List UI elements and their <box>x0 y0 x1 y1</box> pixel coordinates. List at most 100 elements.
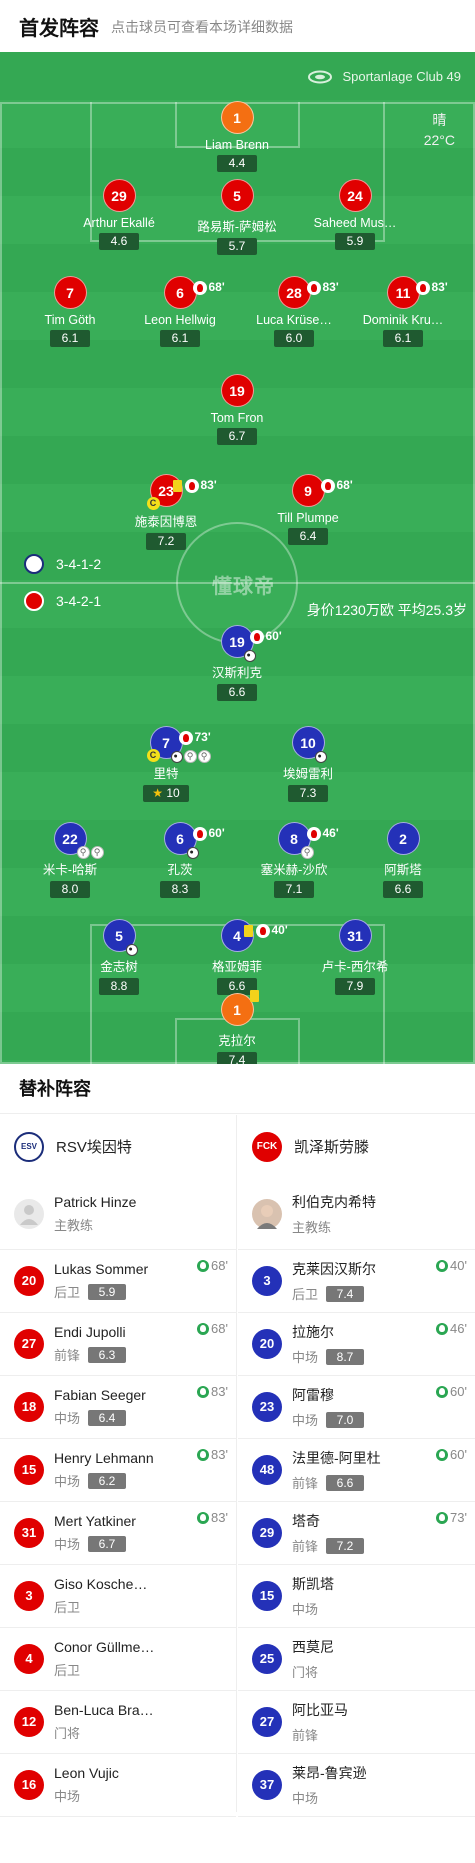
home-player-29[interactable]: 29 Arthur Ekallé 4.6 <box>59 179 179 250</box>
goal-ball-icon <box>170 751 183 763</box>
sub-player-row[interactable]: 27 Endi Jupolli 前锋 6.3 68' <box>0 1313 236 1376</box>
home-player-28[interactable]: 28 83' Luca Krüse… 6.0 <box>234 276 354 347</box>
sub-in-time: 60' <box>436 1447 467 1462</box>
sub-player-row[interactable]: 25 西莫尼 门将 <box>238 1628 475 1691</box>
shirt-number: 22 ⚲ ⚲ <box>53 822 104 859</box>
player-name: Dominik Kru… <box>362 313 444 327</box>
sub-minute: 46' <box>322 826 339 840</box>
shirt-number-text: 10 <box>300 735 316 751</box>
sub-player-name: Henry Lehmann <box>54 1450 154 1466</box>
sub-player-row[interactable]: 15 Henry Lehmann 中场 6.2 83' <box>0 1439 236 1502</box>
sub-in-time: 83' <box>197 1384 228 1399</box>
sub-player-row[interactable]: 29 塔奇 前锋 7.2 73' <box>238 1502 475 1565</box>
sub-player-row[interactable]: 16 Leon Vujic 中场 <box>0 1754 236 1817</box>
away-player-19[interactable]: 19 60' 汉斯利克 6.6 <box>177 625 297 701</box>
lineup-header: 首发阵容 点击球员可查看本场详细数据 <box>0 0 475 52</box>
venue-name: Sportanlage Club 49 <box>342 69 461 84</box>
sub-shirt-number: 15 <box>252 1581 282 1611</box>
sub-player-row[interactable]: 48 法里德-阿里杜 前锋 6.6 60' <box>238 1439 475 1502</box>
away-player-4[interactable]: 4 40' 格亚姆菲 6.6 <box>177 919 297 995</box>
shirt-number-text: 19 <box>229 634 245 650</box>
sub-shirt-number: 20 <box>14 1266 44 1296</box>
shirt-number: 28 83' <box>277 276 339 309</box>
shirt-number: 7 73' C ⚲ ⚲ <box>146 726 211 763</box>
player-name: 埃姆雷利 <box>282 767 333 781</box>
sub-off-icon <box>192 280 207 295</box>
away-player-6[interactable]: 6 60' 孔茨 8.3 <box>120 822 240 898</box>
sub-off-badge: 68' <box>192 271 225 304</box>
sub-minute: 60' <box>265 629 282 643</box>
sub-player-row[interactable]: 12 Ben-Luca Bra… 门将 <box>0 1691 236 1754</box>
sub-player-row[interactable]: 37 莱昂-鲁宾逊 中场 <box>238 1754 475 1817</box>
sub-player-row[interactable]: 18 Fabian Seeger 中场 6.4 83' <box>0 1376 236 1439</box>
assist-boot-icon: ⚲ <box>183 750 197 763</box>
player-name: Tim Göth <box>44 313 96 327</box>
sub-player-row[interactable]: 3 Giso Kosche… 后卫 <box>0 1565 236 1628</box>
sub-in-minute: 68' <box>211 1258 228 1273</box>
sub-player-name: Mert Yatkiner <box>54 1513 136 1529</box>
away-bench-team[interactable]: FCK 凯泽斯劳滕 <box>238 1115 475 1178</box>
home-player-19[interactable]: 19 Tom Fron 6.7 <box>177 374 297 445</box>
away-player-7[interactable]: 7 73' C ⚲ ⚲ 里特 ★ 10 <box>106 726 226 802</box>
home-player-1[interactable]: 1 Liam Brenn 4.4 <box>177 101 297 172</box>
player-name: 里特 <box>153 767 179 781</box>
sub-player-row[interactable]: 3 克莱因汉斯尔 后卫 7.4 40' <box>238 1250 475 1313</box>
away-player-2[interactable]: 2 阿斯塔 6.6 <box>343 822 463 898</box>
coach-role: 主教练 <box>292 1219 332 1235</box>
home-player-5[interactable]: 5 路易斯-萨姆松 5.7 <box>177 179 297 255</box>
away-coach[interactable]: 利伯克内希特 主教练 <box>238 1178 475 1250</box>
sub-in-icon <box>436 1322 449 1335</box>
sub-rating: 7.2 <box>326 1537 365 1554</box>
away-player-1[interactable]: 1 克拉尔 7.4 <box>177 990 297 1064</box>
shirt-number-text: 8 <box>290 831 298 847</box>
sub-player-row[interactable]: 31 Mert Yatkiner 中场 6.7 83' <box>0 1502 236 1565</box>
away-player-5[interactable]: 5 金志树 8.8 <box>59 919 179 995</box>
sub-position: 门将 <box>54 1726 81 1741</box>
sub-player-row[interactable]: 20 Lukas Sommer 后卫 5.9 68' <box>0 1250 236 1313</box>
sub-in-icon <box>197 1448 210 1461</box>
coach-name: 利伯克内希特 <box>292 1193 376 1210</box>
away-formation: 3-4-2-1 <box>24 591 101 611</box>
sub-player-row[interactable]: 20 拉施尔 中场 8.7 46' <box>238 1313 475 1376</box>
sub-player-row[interactable]: 15 斯凯塔 中场 <box>238 1565 475 1628</box>
sub-in-time: 83' <box>197 1510 228 1525</box>
home-player-7[interactable]: 7 Tim Göth 6.1 <box>10 276 130 347</box>
shirt-number-text: 7 <box>162 735 170 751</box>
sub-player-row[interactable]: 4 Conor Güllme… 后卫 <box>0 1628 236 1691</box>
shirt-number: 5 <box>220 179 254 212</box>
shirt-number-text: 5 <box>115 928 123 944</box>
home-player-9[interactable]: 9 68' Till Plumpe 6.4 <box>248 474 368 545</box>
home-player-6[interactable]: 6 68' Leon Hellwig 6.1 <box>120 276 240 347</box>
shirt-number: 29 <box>102 179 136 212</box>
weather-condition: 晴 <box>432 112 447 128</box>
home-bench-team[interactable]: ESV RSV埃因特 <box>0 1115 236 1178</box>
sub-off-icon <box>178 730 193 745</box>
sub-rating: 5.9 <box>88 1283 127 1300</box>
sub-player-name: Ben-Luca Bra… <box>54 1702 154 1718</box>
sub-off-badge: 60' <box>249 620 282 653</box>
bench-title: 替补阵容 <box>0 1064 475 1114</box>
sub-player-name: 斯凯塔 <box>292 1576 334 1592</box>
home-player-11[interactable]: 11 83' Dominik Kru… 6.1 <box>343 276 463 347</box>
shirt-number: 8 46' ⚲ <box>277 822 339 859</box>
away-player-10[interactable]: 10 埃姆雷利 7.3 <box>248 726 368 802</box>
sub-position: 中场 <box>54 1789 81 1804</box>
shirt-number-text: 4 <box>233 928 241 944</box>
sub-in-time: 68' <box>197 1258 228 1273</box>
sub-position: 中场 <box>292 1350 319 1365</box>
away-player-22[interactable]: 22 ⚲ ⚲ 米卡-哈斯 8.0 <box>10 822 130 898</box>
assist-boot-icon: ⚲ <box>197 750 211 763</box>
sub-in-minute: 46' <box>450 1321 467 1336</box>
away-player-31[interactable]: 31 卢卡-西尔希 7.9 <box>295 919 415 995</box>
sub-player-row[interactable]: 23 阿雷穆 中场 7.0 60' <box>238 1376 475 1439</box>
sub-player-row[interactable]: 27 阿比亚马 前锋 <box>238 1691 475 1754</box>
sub-player-name: 拉施尔 <box>292 1324 334 1340</box>
player-name: Liam Brenn <box>205 138 269 152</box>
player-rating: ★ 10 <box>143 785 189 802</box>
home-coach[interactable]: Patrick Hinze 主教练 <box>0 1178 236 1250</box>
away-player-8[interactable]: 8 46' ⚲ 塞米赫-沙欣 7.1 <box>234 822 354 898</box>
home-player-24[interactable]: 24 Saheed Mus… 5.9 <box>295 179 415 250</box>
home-player-23[interactable]: 23 83' C 施泰因博恩 7.2 <box>106 474 226 550</box>
shirt-number: 10 <box>291 726 327 763</box>
shirt-number: 9 68' <box>291 474 353 507</box>
